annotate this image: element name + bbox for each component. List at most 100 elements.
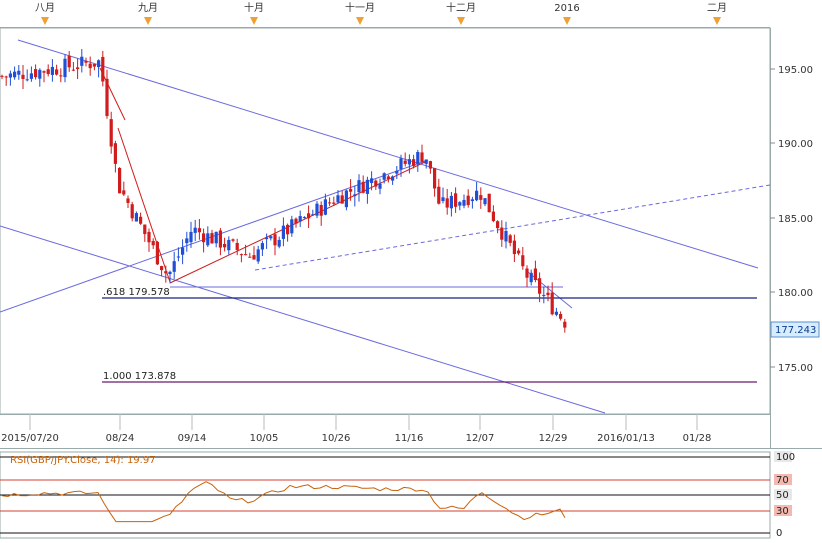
candle-body[interactable]	[340, 195, 344, 204]
candle-body[interactable]	[227, 239, 231, 251]
candle-body[interactable]	[420, 152, 424, 162]
candle-body[interactable]	[277, 239, 281, 247]
candle-body[interactable]	[538, 278, 542, 294]
candle-body[interactable]	[63, 58, 67, 78]
candle-body[interactable]	[399, 158, 403, 170]
candle-body[interactable]	[50, 66, 54, 75]
candle-body[interactable]	[332, 202, 336, 204]
candle-body[interactable]	[412, 159, 416, 167]
candle-body[interactable]	[21, 74, 25, 79]
candle-body[interactable]	[214, 231, 218, 244]
candle-body[interactable]	[46, 69, 50, 75]
candle-body[interactable]	[466, 195, 470, 206]
candle-body[interactable]	[256, 249, 260, 262]
candle-body[interactable]	[416, 152, 420, 165]
candle-body[interactable]	[470, 199, 474, 202]
candle-body[interactable]	[496, 221, 500, 229]
candle-body[interactable]	[231, 239, 235, 241]
candle-body[interactable]	[290, 219, 294, 234]
candle-body[interactable]	[176, 256, 180, 258]
candle-body[interactable]	[454, 193, 458, 207]
candle-body[interactable]	[17, 70, 21, 75]
candle-body[interactable]	[441, 197, 445, 202]
candle-body[interactable]	[168, 271, 172, 275]
candle-body[interactable]	[374, 180, 378, 187]
candle-body[interactable]	[101, 56, 105, 82]
candle-body[interactable]	[202, 233, 206, 243]
candle-body[interactable]	[517, 250, 521, 254]
candle-body[interactable]	[428, 161, 432, 169]
candle-body[interactable]	[508, 235, 512, 243]
candle-body[interactable]	[8, 73, 12, 78]
candle-body[interactable]	[336, 195, 340, 203]
candle-body[interactable]	[424, 159, 428, 164]
candle-body[interactable]	[315, 203, 319, 216]
candle-body[interactable]	[260, 243, 264, 250]
candle-body[interactable]	[483, 198, 487, 205]
candle-body[interactable]	[395, 170, 399, 174]
candle-body[interactable]	[265, 237, 269, 240]
candle-body[interactable]	[109, 119, 113, 147]
candle-body[interactable]	[38, 69, 42, 79]
candle-body[interactable]	[521, 255, 525, 267]
candle-body[interactable]	[181, 247, 185, 255]
candle-body[interactable]	[185, 238, 189, 244]
candle-body[interactable]	[323, 199, 327, 215]
candle-body[interactable]	[218, 230, 222, 248]
candle-body[interactable]	[437, 186, 441, 204]
candle-body[interactable]	[361, 181, 365, 193]
candle-body[interactable]	[105, 78, 109, 117]
candle-body[interactable]	[475, 190, 479, 201]
candle-body[interactable]	[559, 313, 563, 319]
price-chart[interactable]: 八月 九月 十月 十一月 十二月 2016 二月 195.00 190.00 185.00 180…	[0, 0, 822, 540]
candle-body[interactable]	[197, 228, 201, 233]
candle-body[interactable]	[269, 236, 273, 239]
candle-body[interactable]	[529, 272, 533, 283]
candle-body[interactable]	[273, 234, 277, 246]
candle-body[interactable]	[370, 178, 374, 183]
candle-body[interactable]	[130, 204, 134, 219]
main-plot-area[interactable]	[0, 27, 771, 415]
candle-body[interactable]	[248, 256, 252, 258]
candle-body[interactable]	[479, 195, 483, 200]
candle-body[interactable]	[391, 176, 395, 181]
candle-body[interactable]	[307, 213, 311, 219]
candle-body[interactable]	[445, 198, 449, 208]
candle-body[interactable]	[88, 63, 92, 69]
candle-body[interactable]	[172, 261, 176, 272]
candle-body[interactable]	[0, 75, 4, 77]
candle-body[interactable]	[122, 190, 126, 195]
candle-body[interactable]	[504, 230, 508, 242]
candle-body[interactable]	[235, 242, 239, 250]
candle-body[interactable]	[97, 60, 101, 68]
candle-body[interactable]	[433, 168, 437, 189]
candle-body[interactable]	[487, 193, 491, 213]
candle-body[interactable]	[210, 233, 214, 244]
candle-body[interactable]	[193, 227, 197, 233]
candle-body[interactable]	[500, 227, 504, 240]
candle-body[interactable]	[365, 179, 369, 194]
candle-body[interactable]	[281, 225, 285, 239]
candle-body[interactable]	[4, 76, 8, 78]
candle-body[interactable]	[189, 231, 193, 243]
candle-body[interactable]	[134, 213, 138, 222]
candle-body[interactable]	[533, 268, 537, 281]
candle-body[interactable]	[462, 199, 466, 206]
candle-body[interactable]	[550, 292, 554, 315]
candle-body[interactable]	[403, 160, 407, 164]
candle-body[interactable]	[491, 211, 495, 221]
candle-body[interactable]	[349, 188, 353, 192]
candle-body[interactable]	[294, 218, 298, 224]
candle-body[interactable]	[84, 60, 88, 63]
candle-body[interactable]	[298, 216, 302, 222]
candle-body[interactable]	[286, 224, 290, 235]
candle-body[interactable]	[164, 271, 168, 274]
candle-body[interactable]	[34, 69, 38, 78]
candle-body[interactable]	[25, 79, 29, 81]
candle-body[interactable]	[386, 176, 390, 180]
candle-body[interactable]	[113, 143, 117, 164]
candle-body[interactable]	[59, 75, 63, 77]
candle-body[interactable]	[353, 194, 357, 197]
candle-body[interactable]	[407, 159, 411, 165]
candle-body[interactable]	[252, 255, 256, 260]
